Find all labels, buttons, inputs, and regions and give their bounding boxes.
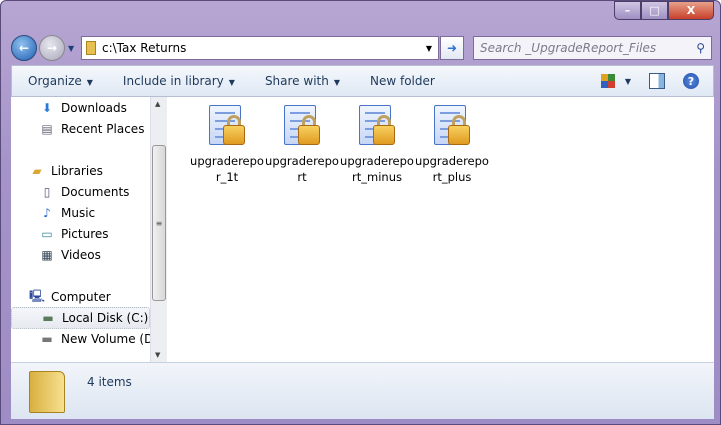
documents-icon: ▯ xyxy=(43,185,51,199)
address-path: c:\Tax Returns xyxy=(102,41,187,55)
search-input[interactable]: Search _UpgradeReport_Files ⚲ xyxy=(473,36,712,60)
recent-places-icon: ▤ xyxy=(41,122,53,136)
nav-item-documents[interactable]: ▯ Documents xyxy=(39,182,130,202)
navigation-buttons: ← → ▼ xyxy=(11,35,74,61)
change-view-button[interactable]: ▼ xyxy=(600,74,631,88)
nav-item-videos[interactable]: ▦ Videos xyxy=(39,245,101,265)
file-item[interactable]: upgradereport xyxy=(264,105,340,185)
folder-icon xyxy=(29,371,65,413)
details-pane: 4 items xyxy=(11,362,714,419)
nav-pane-scrollbar[interactable]: ▲ ≡ ▼ xyxy=(150,97,167,362)
preview-pane-button[interactable] xyxy=(649,73,665,89)
include-in-library-button[interactable]: Include in library ▼ xyxy=(123,74,235,88)
local-disk-icon: ▬ xyxy=(42,311,54,325)
address-bar[interactable]: c:\Tax Returns ▼ xyxy=(81,36,439,60)
videos-icon: ▦ xyxy=(41,248,53,262)
nav-item-recent-places[interactable]: ▤ Recent Places xyxy=(39,119,144,139)
file-item[interactable]: upgradereport_minus xyxy=(339,105,415,185)
locked-document-icon xyxy=(353,105,401,155)
file-list: upgraderepor_1t upgradereport upgraderep… xyxy=(167,97,714,362)
minimize-button[interactable]: – xyxy=(614,1,641,20)
scroll-up-arrow[interactable]: ▲ xyxy=(155,100,160,108)
drive-icon: ▬ xyxy=(41,332,53,346)
share-with-button[interactable]: Share with ▼ xyxy=(265,74,340,88)
computer-icon: 🖳 xyxy=(29,288,46,303)
navigation-pane: ⬇ Downloads ▤ Recent Places ▰ Libraries ▯ Do… xyxy=(11,97,150,362)
nav-item-pictures[interactable]: ▭ Pictures xyxy=(39,224,108,244)
views-icon xyxy=(600,74,615,88)
nav-item-libraries[interactable]: ▰ Libraries xyxy=(29,161,102,181)
folder-icon xyxy=(86,41,96,55)
nav-item-new-volume-d[interactable]: ▬New Volume (D:) xyxy=(39,329,150,349)
maximize-button[interactable]: □ xyxy=(641,1,668,20)
content-area: ⬇ Downloads ▤ Recent Places ▰ Libraries ▯ Do… xyxy=(11,97,714,362)
command-bar: Organize ▼ Include in library ▼ Share with… xyxy=(11,65,714,97)
file-item[interactable]: upgradereport_plus xyxy=(414,105,490,185)
file-item[interactable]: upgraderepor_1t xyxy=(189,105,265,185)
locked-document-icon xyxy=(428,105,476,155)
help-button[interactable]: ? xyxy=(683,73,699,89)
nav-item-computer[interactable]: 🖳 Computer xyxy=(29,287,111,307)
recent-pages-dropdown[interactable]: ▼ xyxy=(68,44,74,53)
close-button[interactable]: X xyxy=(668,1,714,20)
new-folder-button[interactable]: New folder xyxy=(370,74,435,88)
music-icon: ♪ xyxy=(43,206,51,220)
search-icon[interactable]: ⚲ xyxy=(696,41,705,55)
organize-button[interactable]: Organize ▼ xyxy=(28,74,93,88)
forward-button[interactable]: → xyxy=(39,35,65,61)
scroll-down-arrow[interactable]: ▼ xyxy=(155,351,160,359)
back-button[interactable]: ← xyxy=(11,35,37,61)
go-button[interactable]: ➜ xyxy=(440,36,464,60)
address-dropdown-icon[interactable]: ▼ xyxy=(426,44,432,53)
nav-item-downloads[interactable]: ⬇ Downloads xyxy=(39,98,127,118)
caption-buttons: – □ X xyxy=(614,1,714,20)
libraries-icon: ▰ xyxy=(32,164,42,178)
pictures-icon: ▭ xyxy=(41,227,53,241)
nav-item-music[interactable]: ♪ Music xyxy=(39,203,95,223)
downloads-icon: ⬇ xyxy=(41,101,53,115)
item-count: 4 items xyxy=(87,375,132,389)
search-placeholder: Search _UpgradeReport_Files xyxy=(480,41,657,55)
locked-document-icon xyxy=(203,105,251,155)
nav-item-local-disk-c[interactable]: ▬ Local Disk (C:) xyxy=(11,307,150,329)
locked-document-icon xyxy=(278,105,326,155)
explorer-window: – □ X ← → ▼ c:\Tax Returns ▼ ➜ Search _U… xyxy=(0,0,721,425)
scroll-thumb[interactable]: ≡ xyxy=(152,145,166,301)
